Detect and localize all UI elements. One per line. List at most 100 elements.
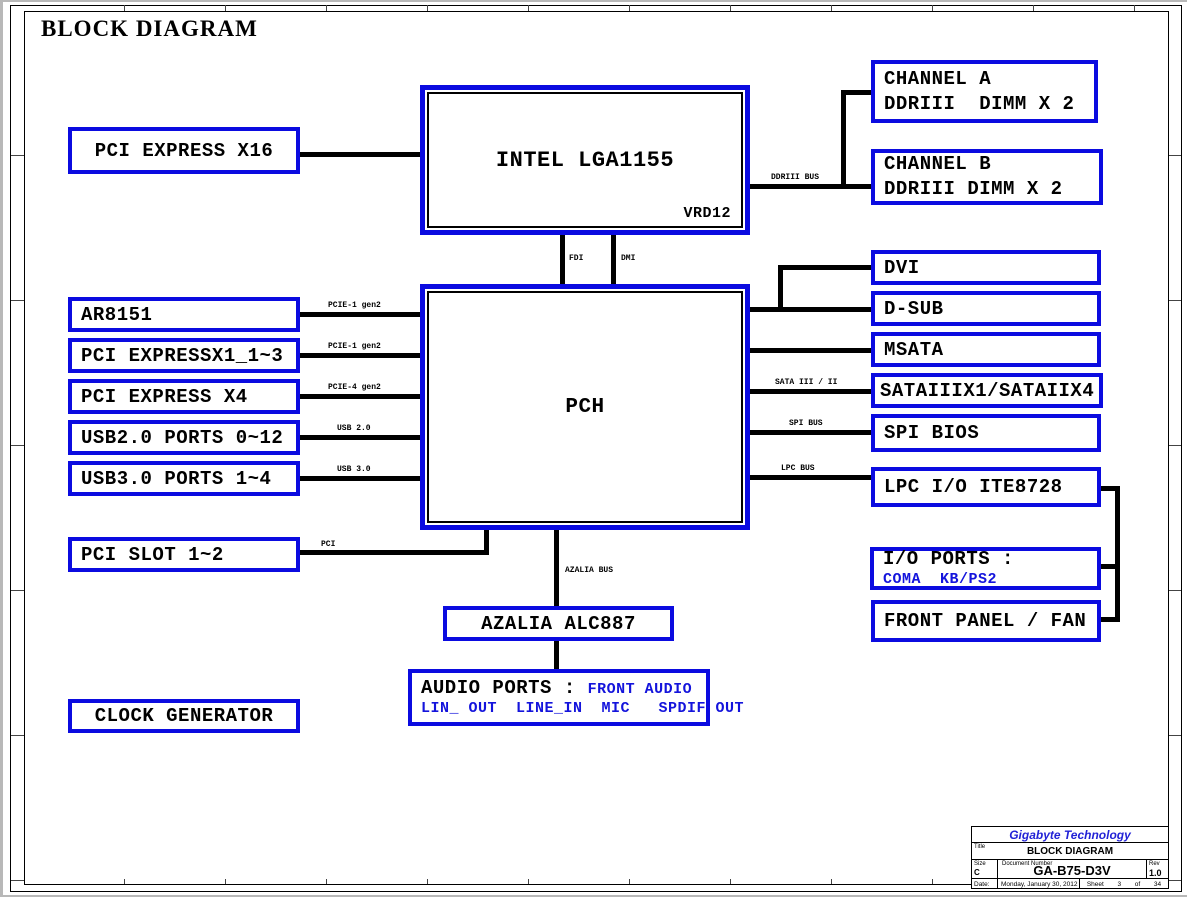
- total-sheets: 34: [1154, 881, 1161, 888]
- block-label-line1: I/O PORTS :: [883, 549, 1014, 571]
- block-intel-lga1155: INTEL LGA1155 VRD12: [420, 85, 750, 235]
- title-block: Gigabyte Technology Title BLOCK DIAGRAM …: [971, 826, 1169, 889]
- wire-spi-pch: [748, 430, 872, 435]
- block-label: SPI BIOS: [884, 422, 979, 444]
- block-usb3-ports: USB3.0 PORTS 1~4: [68, 461, 300, 496]
- company-name: Gigabyte Technology: [1009, 828, 1131, 842]
- block-label: INTEL LGA1155: [425, 148, 745, 173]
- wire-lpc-pch: [748, 475, 872, 480]
- block-label: MSATA: [884, 339, 944, 361]
- block-front-panel-fan: FRONT PANEL / FAN: [871, 600, 1101, 642]
- block-lpc-io-ite8728: LPC I/O ITE8728: [871, 467, 1101, 507]
- bus-label-pcie1-a: PCIE-1 gen2: [328, 301, 381, 310]
- block-sata-ports: SATAIIIX1/SATAIIX4: [871, 373, 1103, 408]
- block-label: PCI EXPRESS X16: [95, 140, 274, 162]
- bus-label-sata: SATA III / II: [775, 378, 837, 387]
- bus-label-dmi: DMI: [621, 254, 635, 263]
- wire-azalia-audio: [554, 639, 559, 670]
- block-label: USB3.0 PORTS 1~4: [81, 468, 271, 490]
- sheet-label: Sheet: [1087, 881, 1104, 888]
- size-label: Size: [974, 861, 986, 867]
- audio-ports-front-audio: FRONT AUDIO: [588, 681, 693, 698]
- wire-ddriii-bus: [748, 184, 872, 189]
- wire-lpc-chain-vertical: [1115, 486, 1120, 622]
- bus-label-ddriii: DDRIII BUS: [771, 173, 819, 182]
- block-label: PCI SLOT 1~2: [81, 544, 224, 566]
- wire-dvi-branch-vertical: [778, 265, 783, 312]
- wire-usb2-pch: [297, 435, 421, 440]
- block-msata: MSATA: [871, 332, 1101, 367]
- block-label: FRONT PANEL / FAN: [884, 610, 1086, 632]
- rev-label: Rev: [1149, 861, 1160, 867]
- block-pci-express-x16: PCI EXPRESS X16: [68, 127, 300, 174]
- wire-fdi: [560, 232, 565, 285]
- block-label-line1: CHANNEL A: [884, 67, 991, 92]
- wire-pci-slot-vertical: [484, 528, 489, 555]
- wire-dmi: [611, 232, 616, 285]
- block-usb2-ports: USB2.0 PORTS 0~12: [68, 420, 300, 455]
- block-label: USB2.0 PORTS 0~12: [81, 427, 283, 449]
- wire-pciex1-pch: [297, 353, 421, 358]
- wire-azalia-bus: [554, 528, 559, 607]
- block-channel-a: CHANNEL A DDRIII DIMM X 2: [871, 60, 1098, 123]
- title-block-date-row: Date: Monday, January 30, 2012 Sheet 3 o…: [972, 879, 1168, 889]
- date-label: Date:: [972, 879, 998, 889]
- block-label-line1: CHANNEL B: [884, 152, 991, 177]
- block-label: PCH: [425, 396, 745, 419]
- title-block-company-row: Gigabyte Technology: [972, 827, 1168, 843]
- bus-label-pcie4: PCIE-4 gen2: [328, 383, 381, 392]
- block-label-line1: AUDIO PORTS : FRONT AUDIO: [421, 677, 692, 700]
- rev-cell: Rev 1.0: [1146, 860, 1168, 878]
- wire-sata-pch: [748, 389, 872, 394]
- title-block-doc-row: Size C Document Number GA-B75-D3V Rev 1.…: [972, 860, 1168, 879]
- size-value: C: [974, 868, 980, 877]
- block-label-line2: LIN_ OUT LINE_IN MIC SPDIF OUT: [421, 700, 744, 718]
- wire-pciex4-pch: [297, 394, 421, 399]
- sheet-title-value: BLOCK DIAGRAM: [972, 846, 1168, 859]
- bus-label-fdi: FDI: [569, 254, 583, 263]
- block-pch: PCH: [420, 284, 750, 530]
- date-value: Monday, January 30, 2012: [998, 879, 1080, 889]
- block-channel-b: CHANNEL B DDRIII DIMM X 2: [871, 149, 1103, 205]
- block-ar8151: AR8151: [68, 297, 300, 332]
- bus-label-azalia: AZALIA BUS: [565, 566, 613, 575]
- block-label: AR8151: [81, 304, 152, 326]
- title-label: Title: [974, 844, 985, 850]
- block-dvi: DVI: [871, 250, 1101, 285]
- block-label: AZALIA ALC887: [481, 613, 636, 635]
- wire-pciex16-cpu: [297, 152, 421, 157]
- block-label: PCI EXPRESS X4: [81, 386, 248, 408]
- block-clock-generator: CLOCK GENERATOR: [68, 699, 300, 733]
- bus-label-pcie1-b: PCIE-1 gen2: [328, 342, 381, 351]
- schematic-sheet: BLOCK DIAGRAM DDRIII BUS FDI DMI PCIE-1 …: [3, 2, 1187, 895]
- wire-ddriii-branch-vertical: [841, 90, 846, 189]
- block-azalia-alc887: AZALIA ALC887: [443, 606, 674, 641]
- document-number-value: GA-B75-D3V: [998, 863, 1146, 878]
- block-audio-ports: AUDIO PORTS : FRONT AUDIO LIN_ OUT LINE_…: [408, 669, 710, 726]
- block-label-line2: DDRIII DIMM X 2: [884, 92, 1074, 117]
- block-pci-expressx1: PCI EXPRESSX1_1~3: [68, 338, 300, 373]
- bus-label-lpc: LPC BUS: [781, 464, 815, 473]
- wire-ar8151-pch: [297, 312, 421, 317]
- rev-value: 1.0: [1149, 868, 1162, 878]
- frame-zone-ticks-right: [1168, 11, 1181, 885]
- block-sublabel-vrd12: VRD12: [683, 205, 731, 222]
- block-label: PCI EXPRESSX1_1~3: [81, 345, 283, 367]
- wire-pci-slot-horizontal: [297, 550, 489, 555]
- wire-lpc-chain-ioports: [1098, 564, 1120, 569]
- audio-ports-heading: AUDIO PORTS :: [421, 677, 588, 699]
- title-block-title-row: Title BLOCK DIAGRAM: [972, 843, 1168, 860]
- frame-zone-ticks-left: [11, 11, 24, 885]
- wire-usb3-pch: [297, 476, 421, 481]
- size-cell: Size C: [972, 860, 998, 878]
- block-label: SATAIIIX1/SATAIIX4: [880, 380, 1094, 402]
- bus-label-usb20: USB 2.0: [337, 424, 371, 433]
- block-label-line2: COMA KB/PS2: [883, 571, 997, 588]
- sheet-number: 3: [1118, 881, 1122, 888]
- bus-label-usb30: USB 3.0: [337, 465, 371, 474]
- block-label: D-SUB: [884, 298, 944, 320]
- document-number-cell: Document Number GA-B75-D3V: [998, 860, 1146, 878]
- block-pci-slot: PCI SLOT 1~2: [68, 537, 300, 572]
- wire-msata-pch: [748, 348, 872, 353]
- wire-dvi-branch-horizontal: [778, 265, 872, 270]
